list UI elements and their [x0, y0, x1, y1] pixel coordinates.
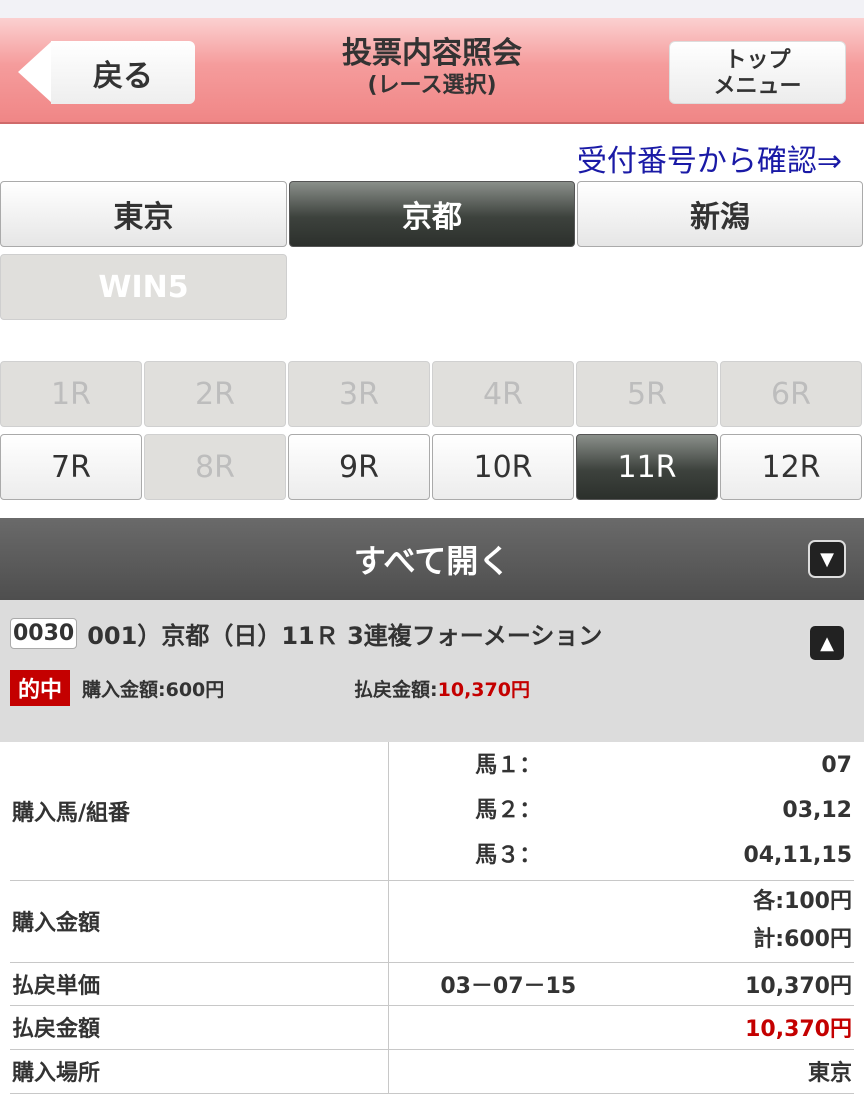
amount-total: 計:600円 — [753, 927, 852, 952]
top-menu-label-1: トップ — [724, 48, 791, 73]
table-row: 払戻金額 10,370円 — [10, 1005, 854, 1050]
chevron-down-icon[interactable]: ▼ — [808, 540, 846, 578]
amount-label: 購入金額 — [10, 880, 389, 963]
venue-tab-kyoto[interactable]: 京都 — [289, 181, 575, 247]
horse2-label: 馬２： — [475, 798, 542, 824]
status-strip — [0, 0, 864, 18]
race-5r[interactable]: 5R — [576, 361, 718, 427]
purchase-place-value: 東京 — [628, 1049, 854, 1094]
race-3r[interactable]: 3R — [288, 361, 430, 427]
unit-price-value: 10,370円 — [628, 962, 854, 1006]
back-button[interactable]: 戻る — [18, 41, 195, 104]
page-title-main: 投票内容照会 — [342, 36, 522, 71]
open-all-bar[interactable]: すべて開く ▼ — [0, 518, 864, 600]
race-9r[interactable]: 9R — [288, 434, 430, 500]
race-12r[interactable]: 12R — [720, 434, 862, 500]
race-11r[interactable]: 11R — [576, 434, 718, 500]
table-row: 購入金額 各:100円 計:600円 — [10, 880, 854, 963]
payout-amount-value: 10,370円 — [628, 1005, 854, 1050]
ticket-description: 001）京都（日）11Ｒ 3連複フォーメーション — [87, 622, 603, 650]
venue-tab-niigata[interactable]: 新潟 — [577, 181, 863, 247]
ticket-detail-table: 購入馬/組番 馬１： 馬２： 馬３： 07 03,12 04,11,15 購入金… — [10, 742, 854, 1094]
page-title: 投票内容照会 (レース選択) — [232, 36, 632, 100]
back-arrow-icon — [18, 41, 52, 103]
table-row: 購入場所 東京 — [10, 1049, 854, 1094]
race-7r[interactable]: 7R — [0, 434, 142, 500]
amount-each: 各:100円 — [753, 889, 852, 914]
combo-label: 購入馬/組番 — [10, 742, 389, 881]
race-6r[interactable]: 6R — [720, 361, 862, 427]
purchase-amount: 購入金額:600円 — [82, 678, 225, 701]
ticket-summary[interactable]: 0030 001）京都（日）11Ｒ 3連複フォーメーション ▲ 的中 購入金額:… — [0, 600, 864, 742]
table-row: 払戻単価 03－07－15 10,370円 — [10, 962, 854, 1006]
confirm-by-receipt-link[interactable]: 受付番号から確認⇒ — [577, 136, 842, 180]
chevron-up-icon[interactable]: ▲ — [808, 624, 846, 662]
top-menu-button[interactable]: トップ メニュー — [669, 41, 846, 104]
unit-combo: 03－07－15 — [388, 962, 628, 1006]
top-menu-label-2: メニュー — [713, 74, 802, 99]
payout-value: 10,370円 — [437, 678, 530, 701]
payout-label: 払戻金額: — [354, 678, 438, 701]
race-2r[interactable]: 2R — [144, 361, 286, 427]
back-button-label: 戻る — [51, 41, 195, 104]
purchase-place-label: 購入場所 — [10, 1049, 389, 1094]
ticket-id-badge: 0030 — [10, 618, 78, 649]
race-4r[interactable]: 4R — [432, 361, 574, 427]
venue-tab-win5[interactable]: WIN5 — [0, 254, 287, 320]
race-1r[interactable]: 1R — [0, 361, 142, 427]
horse3-label: 馬３： — [475, 843, 542, 869]
open-all-label: すべて開く — [353, 542, 511, 580]
payout-amount-label: 払戻金額 — [10, 1005, 389, 1050]
unit-price-label: 払戻単価 — [10, 962, 389, 1006]
horse2-value: 03,12 — [782, 798, 852, 824]
horse3-value: 04,11,15 — [743, 843, 852, 869]
table-row: 購入馬/組番 馬１： 馬２： 馬３： 07 03,12 04,11,15 — [10, 742, 854, 881]
race-10r[interactable]: 10R — [432, 434, 574, 500]
venue-tab-tokyo[interactable]: 東京 — [0, 181, 287, 247]
horse1-value: 07 — [821, 753, 852, 779]
horse1-label: 馬１： — [475, 753, 542, 779]
header-bar: 戻る 投票内容照会 (レース選択) トップ メニュー — [0, 18, 864, 124]
hit-badge: 的中 — [10, 670, 71, 706]
race-8r[interactable]: 8R — [144, 434, 286, 500]
page-title-sub: (レース選択) — [367, 73, 497, 98]
